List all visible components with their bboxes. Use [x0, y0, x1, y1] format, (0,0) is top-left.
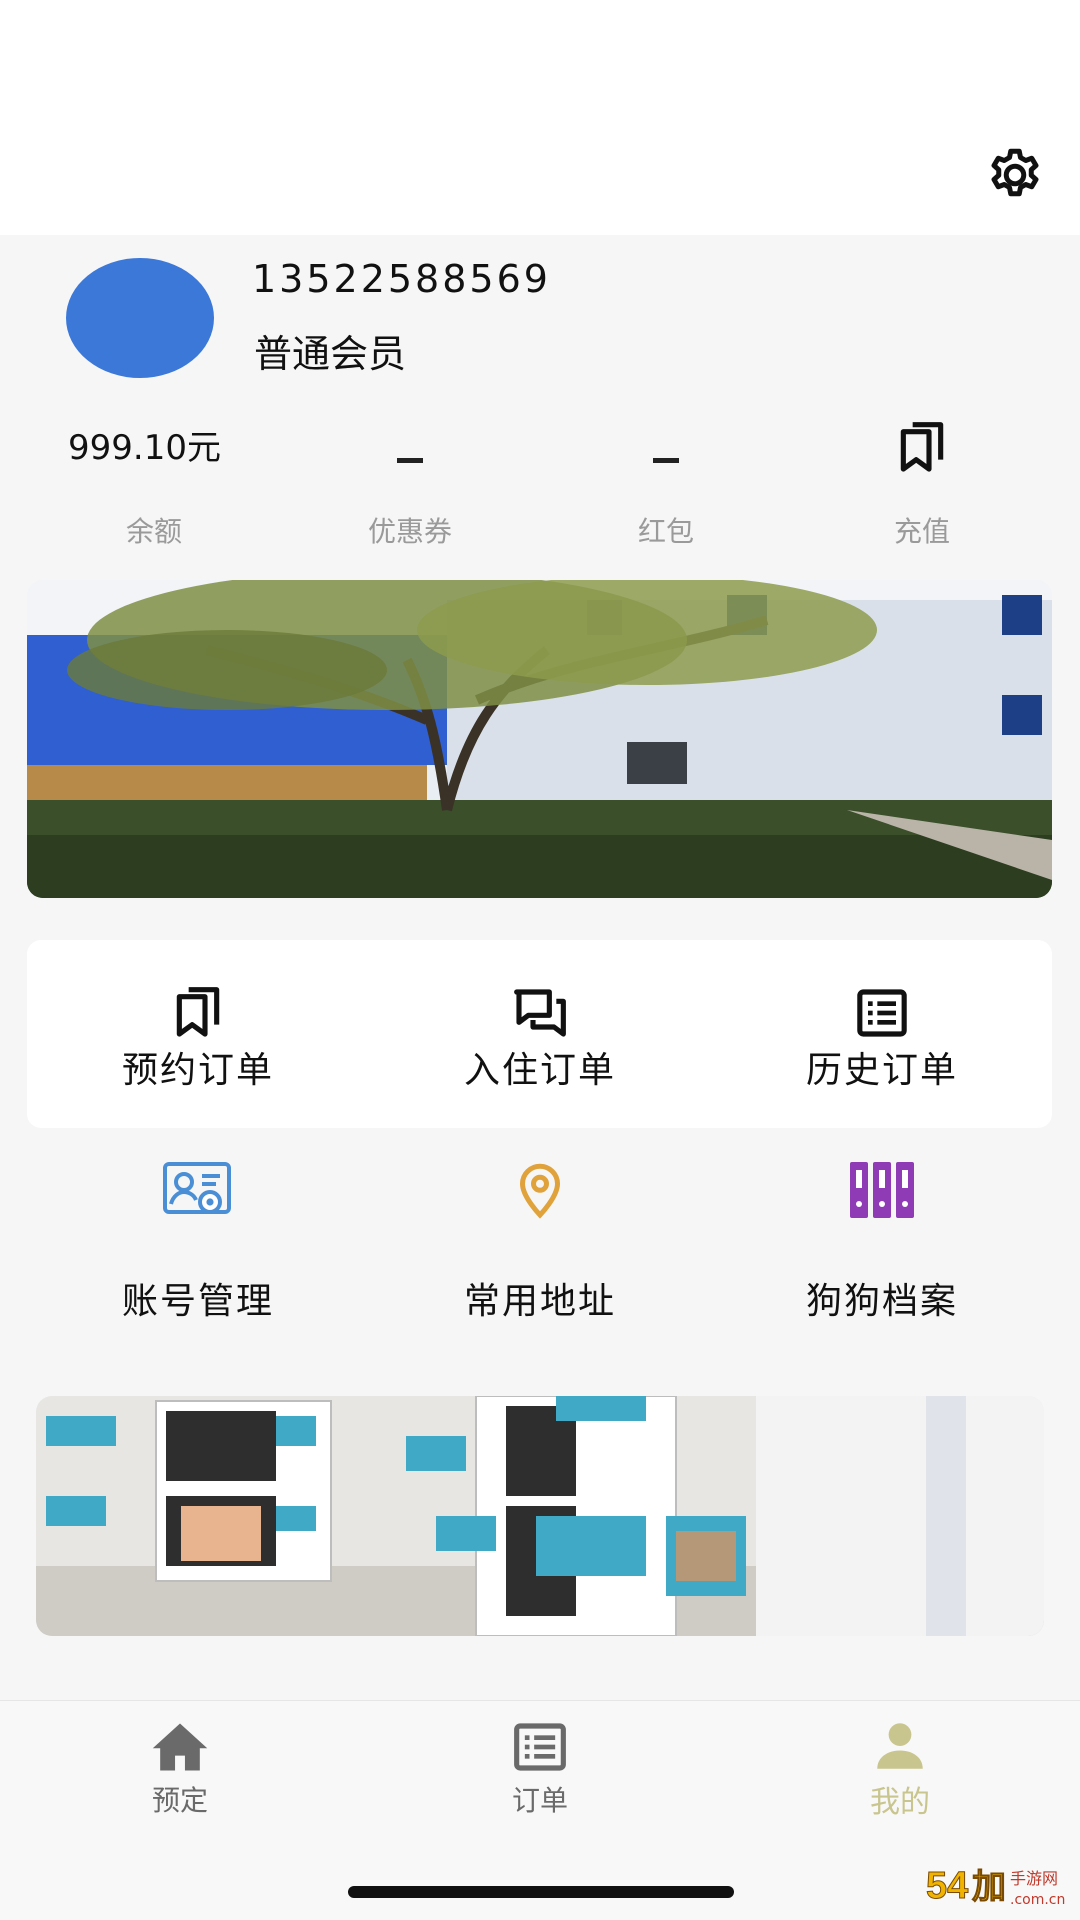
courtyard-photo	[27, 580, 1052, 898]
dog-profile-label: 狗狗档案	[805, 1281, 958, 1322]
bookmark-icon	[176, 987, 220, 1037]
tab-mine[interactable]: 我的	[800, 1721, 1000, 1821]
member-level: 普通会员	[254, 332, 407, 376]
balance-label: 余额	[125, 515, 182, 548]
user-icon	[877, 1723, 923, 1769]
history-orders-button[interactable]: 历史订单	[711, 985, 1053, 1093]
dog-profile-button[interactable]: 狗狗档案	[711, 1160, 1053, 1324]
bookmark-icon	[900, 422, 944, 472]
checkin-orders-label: 入住订单	[463, 1050, 616, 1091]
profile-section: 13522588569 普通会员	[0, 235, 1080, 395]
reservation-orders-label: 预约订单	[121, 1050, 274, 1091]
watermark-logo: 54 加 手游网 .com.cn	[924, 1860, 1074, 1912]
svg-text:手游网: 手游网	[1010, 1869, 1058, 1888]
tab-reserve[interactable]: 预定	[80, 1721, 280, 1819]
recharge-button[interactable]: 充值	[792, 400, 1052, 560]
balance-stat[interactable]: 999.10元 余额	[24, 400, 284, 560]
phone-number: 13522588569	[252, 257, 551, 301]
account-management-button[interactable]: 账号管理	[27, 1160, 369, 1324]
svg-text:.com.cn: .com.cn	[1010, 1892, 1065, 1908]
account-management-label: 账号管理	[121, 1281, 274, 1322]
coupon-label: 优惠券	[367, 515, 452, 548]
orders-card: 预约订单 入住订单 历史订单	[27, 940, 1052, 1128]
stats-row: 999.10元 余额 优惠券 红包 充值	[0, 400, 1080, 560]
account-settings-icon	[163, 1162, 231, 1214]
red-packet-stat[interactable]: 红包	[536, 400, 796, 560]
archive-binders-icon	[850, 1162, 914, 1218]
avatar[interactable]	[66, 258, 214, 378]
tab-orders-label: 订单	[511, 1784, 568, 1817]
red-packet-label: 红包	[637, 515, 694, 548]
checkin-orders-button[interactable]: 入住订单	[369, 985, 711, 1093]
history-orders-label: 历史订单	[805, 1050, 958, 1091]
coupon-stat[interactable]: 优惠券	[280, 400, 540, 560]
svg-text:54: 54	[926, 1865, 968, 1907]
recharge-label: 充值	[893, 515, 950, 548]
reservation-orders-button[interactable]: 预约订单	[27, 985, 369, 1093]
banner-kennel[interactable]	[36, 1396, 1044, 1636]
chat-icon	[514, 989, 566, 1037]
red-packet-value	[653, 458, 679, 463]
home-icon	[152, 1723, 208, 1771]
gear-icon	[991, 148, 1039, 197]
banner-courtyard[interactable]	[27, 580, 1052, 898]
list-icon	[514, 1723, 566, 1771]
svg-text:加: 加	[972, 1868, 1006, 1906]
common-address-button[interactable]: 常用地址	[369, 1160, 711, 1324]
home-indicator	[348, 1886, 734, 1898]
tab-reserve-label: 预定	[151, 1784, 208, 1817]
coupon-value	[397, 458, 423, 463]
list-icon	[857, 989, 907, 1037]
tab-orders[interactable]: 订单	[440, 1721, 640, 1819]
settings-button[interactable]	[980, 140, 1050, 210]
balance-value: 999.10元	[68, 428, 221, 468]
kennel-photo	[36, 1396, 1044, 1636]
location-pin-icon	[519, 1163, 561, 1219]
top-bar	[0, 0, 1080, 235]
tab-mine-label: 我的	[870, 1785, 930, 1820]
common-address-label: 常用地址	[463, 1281, 616, 1322]
